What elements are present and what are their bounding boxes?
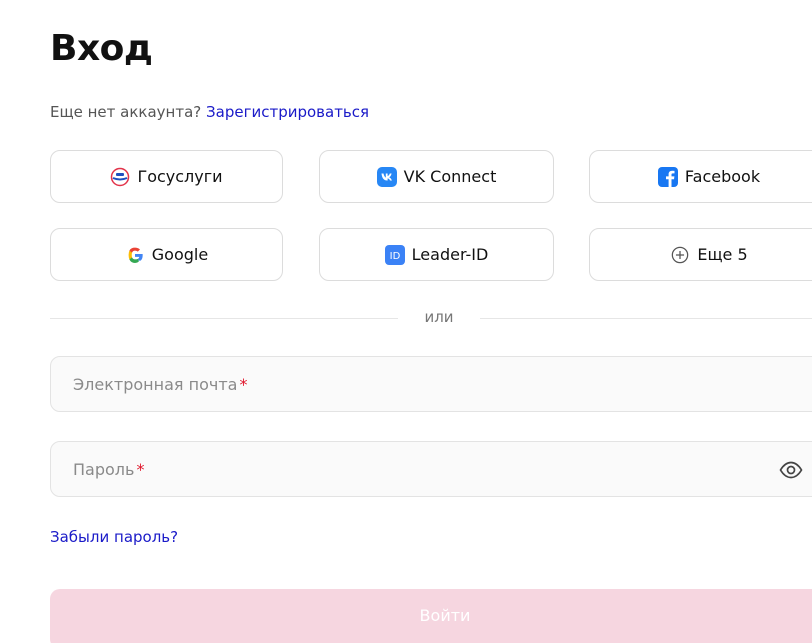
facebook-icon [657, 166, 678, 187]
signup-prompt-text: Еще нет аккаунта? [50, 103, 202, 121]
email-field[interactable]: Электронная почта * [50, 356, 812, 412]
plus-circle-icon [670, 245, 690, 265]
forgot-password-link[interactable]: Забыли пароль? [50, 528, 178, 546]
facebook-label: Facebook [684, 167, 761, 186]
login-submit-button[interactable]: Войти [50, 589, 812, 643]
svg-text:ID: ID [389, 251, 400, 262]
google-label: Google [151, 245, 209, 264]
leader-id-label: Leader-ID [411, 245, 489, 264]
or-divider-label: или [398, 308, 480, 326]
password-field[interactable]: Пароль * [50, 441, 812, 497]
password-placeholder: Пароль [73, 459, 135, 479]
email-placeholder: Электронная почта [73, 374, 238, 394]
email-required-mark: * [239, 374, 248, 394]
google-login-button[interactable]: Google [50, 228, 283, 281]
password-required-mark: * [136, 459, 145, 479]
more-providers-button[interactable]: Еще 5 [589, 228, 812, 281]
signup-prompt-line: Еще нет аккаунта? Зарегистрироваться [50, 103, 369, 121]
vk-icon [376, 166, 397, 187]
vk-connect-login-button[interactable]: VK Connect [319, 150, 554, 203]
page-title: Вход [50, 28, 153, 69]
facebook-login-button[interactable]: Facebook [589, 150, 812, 203]
leader-id-login-button[interactable]: ID Leader-ID [319, 228, 554, 281]
gosuslugi-icon [110, 167, 130, 187]
eye-icon[interactable] [779, 458, 803, 482]
gosuslugi-login-button[interactable]: Госуслуги [50, 150, 283, 203]
signup-link[interactable]: Зарегистрироваться [206, 103, 369, 121]
login-page: Вход Еще нет аккаунта? Зарегистрироватьс… [0, 0, 812, 643]
google-icon [125, 245, 145, 265]
gosuslugi-label: Госуслуги [137, 167, 223, 186]
leader-id-icon: ID [384, 244, 405, 265]
vk-connect-label: VK Connect [403, 167, 497, 186]
more-providers-label: Еще 5 [697, 245, 748, 264]
